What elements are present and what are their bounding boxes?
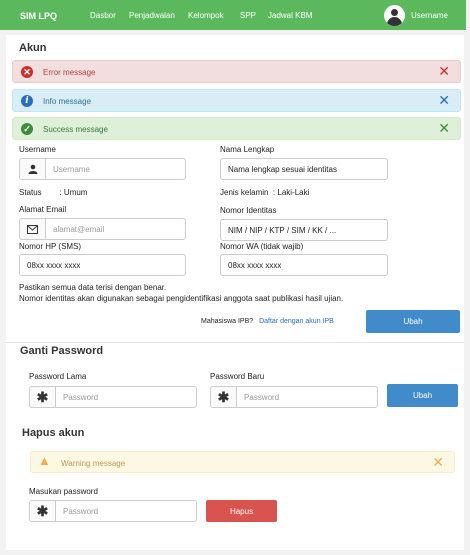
new-password-input[interactable]: ✱ Password [210,386,378,408]
card-divider [6,342,464,343]
update-account-button[interactable]: Ubah [366,310,460,333]
delete-account-button[interactable]: Hapus [206,500,277,522]
check-icon: ✓ [21,123,33,135]
fullname-value: Nama lengkap sesuai identitas [228,164,337,174]
username-placeholder: Username [53,164,90,174]
email-placeholder: alamat@email [53,224,105,234]
warning-alert: ▲ Warning message ✕ [30,451,455,473]
wa-input[interactable]: 08xx xxxx xxxx [220,254,388,276]
warning-close-icon[interactable]: ✕ [432,455,444,469]
delete-password-placeholder: Password [63,506,99,516]
status-text: Status : Umum [19,188,88,197]
delete-password-input[interactable]: ✱ Password [29,500,197,522]
note-line1: Pastikan semua data terisi dengan benar. [19,283,167,292]
error-alert: ✕ Error message ✕ [12,60,461,83]
ipb-prompt: Mahasiswa IPB? Daftar dengan akun IPB [201,318,334,325]
warning-icon: ▲ [38,453,51,468]
warning-message: Warning message [61,459,126,468]
wa-label: Nomor WA (tidak wajib) [220,242,304,251]
delete-password-label: Masukan password [29,487,98,496]
old-password-placeholder: Password [63,392,99,402]
ipb-register-link[interactable]: Daftar dengan akun IPB [259,318,334,325]
id-value: NIM / NIP / KTP / SIM / KK / ... [228,225,337,235]
username-label: Username [19,145,56,154]
new-password-label: Password Baru [210,372,265,381]
page: SIM LPQ Dasbor Penjadwalan Kelompok SPP … [0,0,470,555]
id-label: Nomor Identitas [220,206,277,215]
user-menu[interactable]: Username [384,5,448,26]
phone-label: Nomor HP (SMS) [19,242,82,251]
email-label: Alamat Email [19,205,67,214]
old-password-label: Password Lama [29,372,87,381]
username-input[interactable]: Username [19,158,186,180]
success-message: Success message [43,125,108,134]
success-close-icon[interactable]: ✕ [438,121,450,135]
asterisk-icon: ✱ [30,501,56,521]
error-message: Error message [43,68,96,77]
asterisk-icon: ✱ [211,387,237,407]
update-password-button[interactable]: Ubah [387,384,458,407]
wa-value: 08xx xxxx xxxx [228,260,282,270]
nav-item-dasbor[interactable]: Dasbor [90,11,116,20]
user-icon [20,159,46,179]
brand-logo[interactable]: SIM LPQ [20,11,57,21]
info-icon: i [21,95,33,107]
note-line2: Nomor identitas akan digunakan sebagai p… [19,294,344,303]
error-icon: ✕ [21,66,33,78]
email-input[interactable]: alamat@email [19,218,186,240]
password-title: Ganti Password [20,345,104,357]
account-title: Akun [19,42,47,54]
envelope-icon [20,219,46,239]
nav-item-kelompok[interactable]: Kelompok [188,11,224,20]
nav-item-spp[interactable]: SPP [240,11,256,20]
info-alert: i Info message ✕ [12,89,461,112]
old-password-input[interactable]: ✱ Password [29,386,197,408]
phone-value: 08xx xxxx xxxx [27,260,81,270]
navbar: SIM LPQ Dasbor Penjadwalan Kelompok SPP … [0,0,466,30]
info-message: Info message [43,97,92,106]
gender-text: Jenis kelamin : Laki-Laki [220,188,310,197]
user-name: Username [411,11,448,20]
avatar-icon [384,5,405,26]
nav-item-jadwal-kbm[interactable]: Jadwal KBM [268,11,312,20]
id-input[interactable]: NIM / NIP / KTP / SIM / KK / ... [220,219,388,241]
error-close-icon[interactable]: ✕ [438,64,450,78]
fullname-input[interactable]: Nama lengkap sesuai identitas [220,158,388,180]
new-password-placeholder: Password [244,392,280,402]
nav-item-penjadwalan[interactable]: Penjadwalan [129,11,175,20]
phone-input[interactable]: 08xx xxxx xxxx [19,254,186,276]
success-alert: ✓ Success message ✕ [12,117,461,140]
info-close-icon[interactable]: ✕ [438,93,450,107]
fullname-label: Nama Lengkap [220,145,275,154]
asterisk-icon: ✱ [30,387,56,407]
delete-title: Hapus akun [22,427,85,439]
